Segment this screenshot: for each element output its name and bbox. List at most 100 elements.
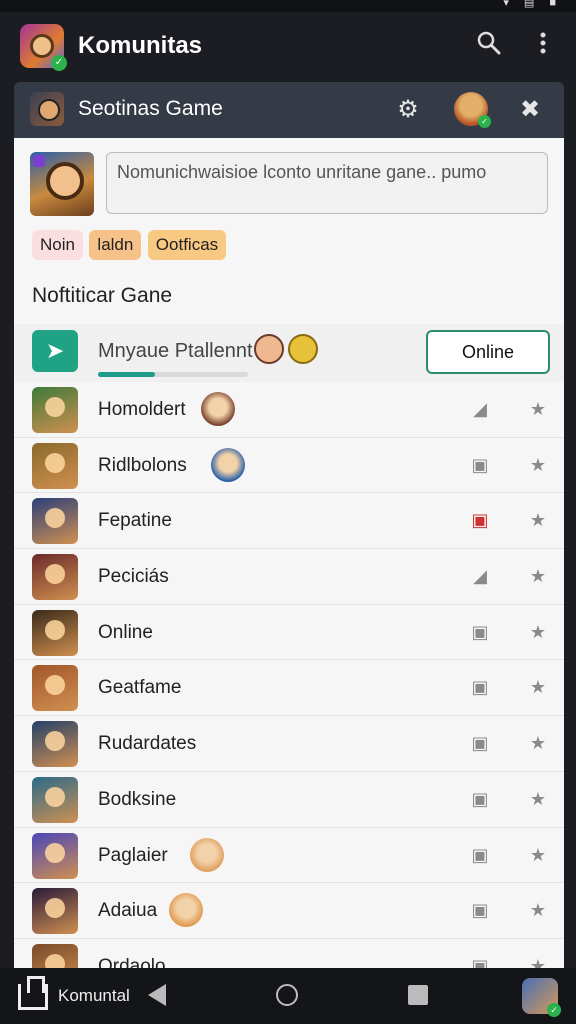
- star-icon[interactable]: ★: [526, 508, 550, 532]
- avatar[interactable]: ✓: [454, 92, 491, 128]
- close-icon[interactable]: ✖: [514, 94, 546, 126]
- verified-check-icon: ✓: [51, 55, 67, 71]
- verified-check-icon: ✓: [478, 115, 491, 128]
- avatar[interactable]: ✓: [522, 978, 561, 1017]
- list-item-label: Fepatine: [98, 510, 172, 532]
- star-icon[interactable]: ★: [526, 954, 550, 968]
- emoji-badge-icon: [211, 447, 245, 482]
- game-thumbnail: [32, 776, 78, 823]
- navigation-bar: Komuntal ✓: [0, 968, 576, 1024]
- list-item-label: Homoldert: [98, 399, 186, 420]
- back-icon[interactable]: [148, 984, 166, 1006]
- star-icon[interactable]: ★: [526, 675, 550, 699]
- list-item[interactable]: Rudardates ▣ ★: [14, 716, 564, 772]
- game-thumbnail: [32, 888, 78, 935]
- verified-check-icon: ✓: [547, 1003, 561, 1017]
- corner-badge-icon: [33, 155, 45, 167]
- list-item[interactable]: Fepatine ▣ ★: [14, 493, 564, 550]
- list-item[interactable]: Ordaolo ▣ ★: [14, 939, 564, 968]
- edit-icon[interactable]: ▣: [468, 508, 492, 532]
- app-title: Komunitas: [78, 32, 203, 59]
- panel-header: Seotinas Game ⚙ ✓ ✖: [14, 82, 564, 138]
- game-thumbnail: [32, 498, 78, 545]
- section-title: Noftiticar Gane: [32, 284, 173, 307]
- emoji-badge-icon: [200, 392, 235, 426]
- list-item[interactable]: Bodksine ▣ ★: [14, 772, 564, 828]
- edit-icon[interactable]: ▣: [468, 954, 492, 968]
- smiley-emoji-icon: [288, 334, 318, 364]
- tag-chip[interactable]: laldn: [89, 230, 142, 260]
- community-home-icon[interactable]: [18, 976, 48, 1010]
- panel-title: Seotinas Game: [78, 97, 223, 120]
- app-logo: ✓: [20, 24, 67, 71]
- star-icon[interactable]: ★: [526, 397, 550, 421]
- post-thumbnail: [30, 152, 94, 216]
- game-thumbnail: [32, 721, 78, 768]
- list-item-label: Paglaier: [98, 844, 168, 866]
- star-icon[interactable]: ★: [526, 898, 550, 922]
- list-item[interactable]: Geatfame ▣ ★: [14, 660, 564, 717]
- list-item[interactable]: Ridlbolons ▣ ★: [14, 438, 564, 494]
- game-thumbnail: [32, 832, 78, 879]
- community-panel: Nomunichwaisioe lconto unritane gane.. p…: [14, 138, 564, 968]
- edit-icon[interactable]: ▣: [468, 731, 492, 755]
- game-thumbnail: [32, 554, 78, 601]
- star-icon[interactable]: ★: [526, 620, 550, 644]
- emoji-badge-icon: [190, 837, 224, 872]
- game-icon: [30, 92, 64, 126]
- gear-icon[interactable]: ⚙: [392, 94, 424, 126]
- tag-icon[interactable]: ◢: [468, 564, 492, 588]
- edit-icon[interactable]: ▣: [468, 898, 492, 922]
- arrow-icon: ➤: [32, 330, 78, 372]
- tag-chip[interactable]: Noin: [32, 230, 83, 260]
- list-item[interactable]: Homoldert ◢ ★: [14, 382, 564, 438]
- recent-apps-icon[interactable]: [408, 985, 428, 1005]
- progress-fill: [98, 372, 155, 377]
- avatar-emoji-icon: [254, 334, 284, 364]
- star-icon[interactable]: ★: [526, 787, 550, 811]
- app-bar: ✓ Komunitas: [0, 12, 576, 78]
- edit-icon[interactable]: ▣: [468, 843, 492, 867]
- list-item[interactable]: Paglaier ▣ ★: [14, 828, 564, 884]
- edit-icon[interactable]: ▣: [468, 787, 492, 811]
- progress-bar: [98, 372, 248, 377]
- list-item-label: Online: [98, 621, 153, 643]
- search-icon[interactable]: [474, 30, 504, 60]
- status-icons: ▾ ▤ ■: [503, 0, 562, 9]
- edit-icon[interactable]: ▣: [468, 620, 492, 644]
- list-item-label: Ordaolo: [98, 955, 166, 968]
- list-item-label: Ridlbolons: [98, 454, 187, 476]
- status-bar: ▾ ▤ ■: [0, 0, 576, 12]
- more-vertical-icon[interactable]: [528, 30, 558, 60]
- list-item[interactable]: Adaiua ▣ ★: [14, 883, 564, 939]
- game-list: Homoldert ◢ ★ Ridlbolons ▣ ★ Fepatine ▣ ★ Peciciá…: [14, 382, 564, 968]
- game-thumbnail: [32, 665, 78, 712]
- edit-icon[interactable]: ▣: [468, 453, 492, 477]
- list-item-label: Adaiua: [98, 900, 158, 922]
- home-circle-icon[interactable]: [276, 984, 298, 1006]
- star-icon[interactable]: ★: [526, 564, 550, 588]
- star-icon[interactable]: ★: [526, 731, 550, 755]
- tag-list: Noin laldn Ootficas: [32, 230, 228, 260]
- list-item-label: Geatfame: [98, 677, 182, 699]
- list-item[interactable]: Peciciás ◢ ★: [14, 549, 564, 605]
- star-icon[interactable]: ★: [526, 843, 550, 867]
- post-input[interactable]: Nomunichwaisioe lconto unritane gane.. p…: [106, 152, 548, 214]
- game-thumbnail: [32, 387, 78, 433]
- list-item-label: Peciciás: [98, 566, 169, 588]
- online-button[interactable]: Online: [426, 330, 550, 374]
- featured-item[interactable]: ➤ Mnyaue Ptallennt Online: [14, 324, 564, 382]
- star-icon[interactable]: ★: [526, 453, 550, 477]
- tag-chip[interactable]: Ootficas: [147, 230, 227, 260]
- list-item-label: Rudardates: [98, 733, 197, 755]
- game-thumbnail: [32, 609, 78, 656]
- edit-icon[interactable]: ▣: [468, 675, 492, 699]
- featured-label: Mnyaue Ptallennt: [98, 340, 253, 362]
- emoji-badge-icon: [169, 893, 203, 928]
- game-thumbnail: [32, 943, 78, 968]
- list-item-label: Bodksine: [98, 788, 177, 810]
- nav-label[interactable]: Komuntal: [58, 986, 130, 1006]
- list-item[interactable]: Online ▣ ★: [14, 605, 564, 661]
- tag-icon[interactable]: ◢: [468, 397, 492, 421]
- game-thumbnail: [32, 442, 78, 489]
